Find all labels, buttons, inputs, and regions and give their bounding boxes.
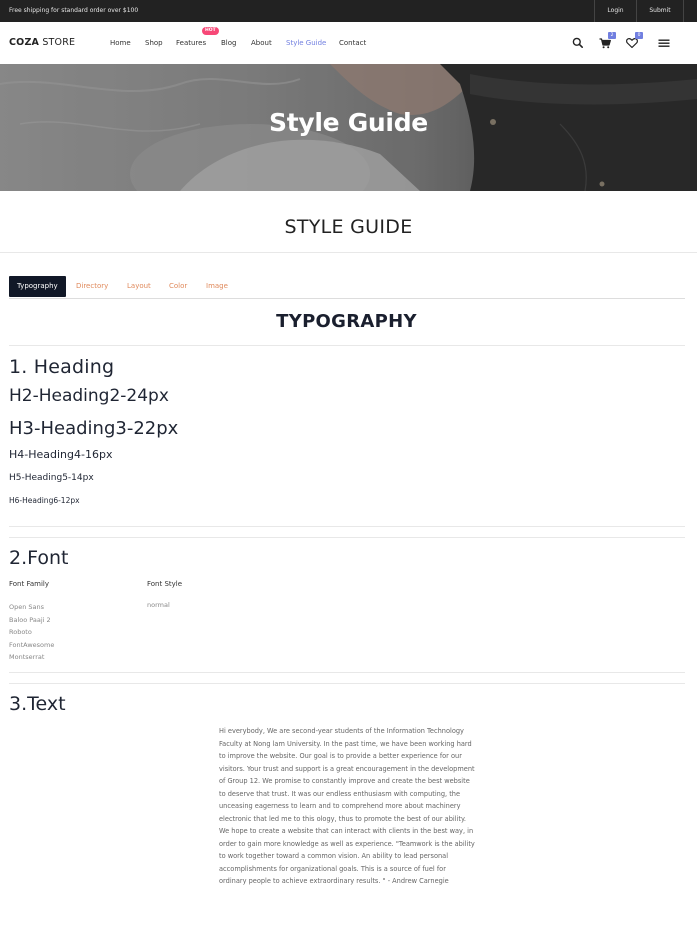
hot-badge: HOT: [202, 27, 219, 35]
heading-h6-sample: H6-Heading6-12px: [9, 496, 80, 505]
tab-color[interactable]: Color: [169, 276, 187, 297]
menu-item-contact[interactable]: Contact: [339, 39, 366, 47]
main-header: COZA STORE Home Shop Features Blog About…: [0, 22, 697, 64]
sample-paragraph: Hi everybody, We are second-year student…: [219, 727, 475, 885]
page-heading: STYLE GUIDE: [284, 216, 413, 238]
font-section-title: 2.Font: [9, 547, 69, 569]
tab-directory[interactable]: Directory: [76, 276, 108, 297]
heading-title: 1. Heading: [9, 356, 115, 378]
divider: [9, 683, 685, 684]
divider: [9, 526, 685, 527]
list-item: Baloo Paaji 2: [9, 615, 51, 624]
font-style-label: Font Style: [147, 580, 183, 588]
logo-light: STORE: [39, 37, 76, 48]
tab-image[interactable]: Image: [206, 276, 228, 297]
top-bar: Free shipping for standard order over $1…: [0, 0, 697, 22]
font-family-label: Font Family: [9, 580, 49, 588]
login-link[interactable]: Login: [594, 0, 636, 22]
section-title: TYPOGRAPHY: [276, 311, 417, 332]
heading-h5-sample: H5-Heading5-14px: [9, 473, 94, 483]
heading-h4-sample: H4-Heading4-16px: [9, 448, 113, 461]
tab-typography[interactable]: Typography: [9, 276, 66, 297]
menu-item-blog[interactable]: Blog: [221, 39, 236, 47]
font-style-value: normal: [147, 601, 170, 609]
menu-item-about[interactable]: About: [251, 39, 272, 47]
divider: [9, 537, 685, 538]
logo[interactable]: COZA STORE: [9, 37, 75, 48]
divider: [9, 672, 685, 673]
menu-item-features[interactable]: Features: [176, 39, 206, 47]
search-icon[interactable]: [571, 35, 585, 49]
menu-item-style-guide[interactable]: Style Guide: [286, 39, 326, 47]
hamburger-menu-icon[interactable]: [657, 35, 671, 49]
menu-item-home[interactable]: Home: [110, 39, 131, 47]
heading-h2-sample: H2-Heading2-24px: [9, 386, 169, 406]
tabs-underline: [9, 298, 685, 299]
promo-text: Free shipping for standard order over $1…: [9, 7, 139, 14]
list-item: Open Sans: [9, 603, 45, 611]
font-family-list: Open Sans Baloo Paaji 2 Roboto FontAweso…: [9, 601, 54, 664]
divider: [0, 252, 697, 253]
list-item: FontAwesome: [9, 640, 55, 649]
wishlist-count-badge: 0: [635, 32, 643, 39]
hero-title: Style Guide: [269, 108, 428, 137]
logo-bold: COZA: [9, 37, 40, 48]
hero-banner: Style Guide: [0, 64, 697, 191]
list-item: Roboto: [9, 628, 32, 636]
divider: [9, 345, 685, 346]
list-item: Montserrat: [9, 653, 45, 661]
submit-link[interactable]: Submit: [636, 0, 684, 22]
tab-layout[interactable]: Layout: [127, 276, 151, 297]
text-section-title: 3.Text: [9, 693, 66, 715]
heading-h3-sample: H3-Heading3-22px: [9, 418, 179, 439]
menu-item-shop[interactable]: Shop: [145, 39, 163, 47]
cart-count-badge: 2: [608, 32, 616, 39]
